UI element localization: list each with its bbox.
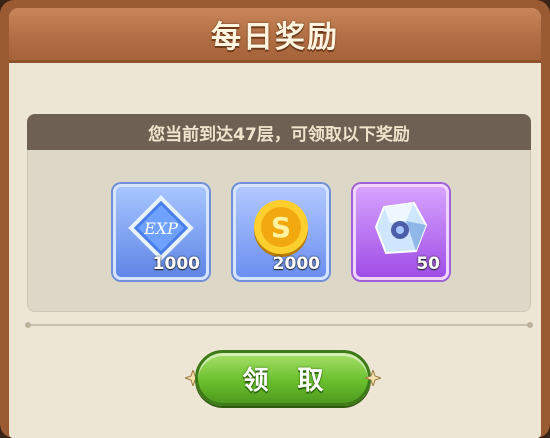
coin-label: S: [271, 211, 291, 244]
claim-button[interactable]: 领 取: [195, 350, 371, 406]
gold-coin-icon: S: [254, 200, 308, 258]
reward-count-crystal: 50: [416, 254, 440, 274]
reward-message: 您当前到达47层，可领取以下奖励: [148, 124, 410, 145]
exp-label: EXP: [143, 219, 178, 238]
divider-dot-left: [25, 322, 31, 328]
reward-count-exp: 1000: [152, 254, 200, 274]
reward-item-gold[interactable]: S 2000: [233, 184, 329, 280]
reward-message-bar: 您当前到达47层，可领取以下奖励: [27, 114, 531, 150]
reward-count-gold: 2000: [272, 254, 320, 274]
reward-item-exp[interactable]: EXP 1000: [113, 184, 209, 280]
reward-panel: 您当前到达47层，可领取以下奖励 EXP 1000 S 2000 50: [27, 114, 531, 312]
dialog-header: 每日奖励: [9, 8, 541, 63]
reward-item-crystal[interactable]: 50: [353, 184, 449, 280]
exp-crystal-icon: EXP: [128, 195, 194, 262]
reward-dialog: 每日奖励 您当前到达47层，可领取以下奖励 EXP 1000 S 2000 50…: [9, 8, 541, 438]
reward-dialog-frame: 每日奖励 您当前到达47层，可领取以下奖励 EXP 1000 S 2000 50…: [0, 0, 550, 438]
claim-button-wrap: 领 取: [185, 342, 381, 416]
dialog-title: 每日奖励: [211, 20, 339, 55]
crystal-gem-icon: [374, 202, 428, 255]
claim-button-label: 领 取: [242, 365, 334, 396]
sparkle-icon: [365, 370, 381, 386]
divider: [25, 322, 533, 328]
divider-dot-right: [527, 322, 533, 328]
